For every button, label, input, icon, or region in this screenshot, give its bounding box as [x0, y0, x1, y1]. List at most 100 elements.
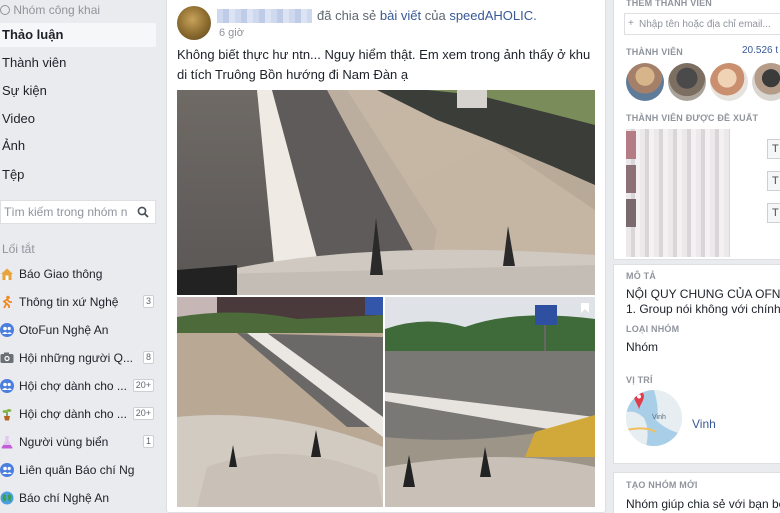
- add-suggested-button[interactable]: T: [767, 139, 780, 159]
- suggested-members-blurred: [626, 129, 730, 257]
- left-sidebar: Nhóm công khai Thảo luận Thành viên Sự k…: [0, 0, 160, 513]
- description-line-1: NỘI QUY CHUNG CỦA OFNA: [626, 287, 780, 301]
- group-type-title: LOẠI NHÓM: [626, 324, 680, 334]
- nav-events[interactable]: Sự kiện: [0, 79, 156, 103]
- group-icon: [0, 323, 14, 337]
- shortcut-label: Hội chợ dành cho ...: [19, 407, 127, 421]
- group-icon: [0, 463, 14, 477]
- shortcut-item[interactable]: Hội chợ dành cho ... 20+: [0, 376, 156, 400]
- house-icon: [1, 268, 13, 280]
- suggested-avatar-blurred: [626, 131, 636, 159]
- shortcut-item[interactable]: Thông tin xứ Nghệ 3: [0, 292, 156, 316]
- add-member-title: THÊM THÀNH VIÊN: [626, 0, 712, 8]
- description-title: MÔ TẢ: [626, 271, 656, 281]
- suggested-avatar-blurred: [626, 165, 636, 193]
- location-link[interactable]: Vinh: [692, 417, 716, 431]
- group-search-box: [0, 200, 156, 224]
- member-avatar[interactable]: [668, 63, 706, 101]
- suggested-members-title: THÀNH VIÊN ĐƯỢC ĐỀ XUẤT: [626, 113, 759, 123]
- shortcut-count-badge: 3: [142, 295, 154, 308]
- nav-label: Sự kiện: [2, 83, 47, 98]
- shortcut-label: Liên quân Báo chí Ng...: [19, 463, 135, 477]
- post-photo-2[interactable]: [177, 297, 383, 507]
- nav-video[interactable]: Video: [0, 107, 156, 131]
- of-text: của: [424, 8, 446, 23]
- search-icon[interactable]: [137, 206, 149, 218]
- shortcut-item[interactable]: Người vùng biển 1: [0, 432, 156, 456]
- shortcut-label: Báo Giao thông: [19, 267, 103, 281]
- post-photo-main[interactable]: [177, 90, 595, 295]
- shortcut-label: Thông tin xứ Nghệ: [19, 295, 119, 309]
- member-avatar[interactable]: [710, 63, 748, 101]
- suggested-avatar-blurred: [626, 199, 636, 227]
- create-group-title: TẠO NHÓM MỚI: [626, 480, 698, 490]
- group-type-value: Nhóm: [626, 340, 659, 354]
- about-panel: MÔ TẢ NỘI QUY CHUNG CỦA OFNA 1. Group nó…: [613, 264, 780, 464]
- add-member-box: +: [624, 13, 780, 35]
- shortcuts-title: Lối tắt: [2, 242, 35, 256]
- shortcut-label: Báo chí Nghệ An: [19, 491, 110, 505]
- nav-files[interactable]: Tệp: [0, 163, 156, 187]
- location-map[interactable]: Vinh: [626, 390, 682, 446]
- add-suggested-button[interactable]: T: [767, 171, 780, 191]
- page-name-link[interactable]: speedAHOLIC.: [449, 8, 536, 23]
- group-privacy-label: Nhóm công khai: [13, 3, 101, 17]
- shortcut-item[interactable]: Báo Giao thông: [0, 264, 156, 288]
- add-member-input[interactable]: [625, 14, 780, 35]
- post-timestamp[interactable]: 6 giờ: [219, 27, 244, 39]
- nav-label: Thành viên: [2, 55, 67, 70]
- timestamp-text: 6 giờ: [219, 27, 244, 39]
- shortcut-item[interactable]: Báo chí Nghệ An: [0, 488, 156, 512]
- shared-text: đã chia sẻ: [317, 8, 377, 23]
- plant-icon: [2, 409, 12, 421]
- nav-photos[interactable]: Ảnh: [0, 134, 156, 158]
- shortcut-label: OtoFun Nghệ An: [19, 323, 109, 337]
- members-panel: THÊM THÀNH VIÊN + THÀNH VIÊN 20.526 t TH…: [613, 0, 780, 260]
- description-line-2: 1. Group nói không với chính: [626, 302, 780, 316]
- post-photo-3[interactable]: [385, 297, 595, 507]
- plus-icon: +: [628, 18, 634, 29]
- group-privacy-header: Nhóm công khai: [0, 3, 100, 17]
- create-group-panel: TẠO NHÓM MỚI Nhóm giúp chia sẻ với bạn b…: [613, 472, 780, 513]
- shortcut-count-badge: 8: [142, 351, 154, 364]
- nav-label: Ảnh: [2, 138, 26, 153]
- nav-members[interactable]: Thành viên: [0, 51, 156, 75]
- shared-post-link[interactable]: bài viết: [380, 8, 421, 23]
- shortcut-label: Người vùng biển: [19, 435, 109, 449]
- nav-label: Video: [2, 111, 36, 126]
- members-title: THÀNH VIÊN: [626, 47, 684, 57]
- shortcut-count-badge: 1: [142, 435, 154, 448]
- nav-label: Thảo luận: [2, 27, 64, 42]
- nav-label: Tệp: [2, 167, 25, 182]
- shortcut-item[interactable]: Liên quân Báo chí Ng...: [0, 460, 156, 484]
- members-count-link[interactable]: 20.526 t: [742, 45, 778, 56]
- globe-icon: [0, 491, 14, 505]
- shortcut-item[interactable]: OtoFun Nghệ An: [0, 320, 156, 344]
- post-body-text: Không biết thực hư ntn... Nguy hiểm thật…: [177, 47, 591, 82]
- nav-discussion[interactable]: Thảo luận: [0, 23, 156, 47]
- camera-icon: [0, 352, 14, 363]
- road-photo-image: [385, 297, 595, 507]
- globe-icon: [0, 5, 10, 15]
- add-suggested-button[interactable]: T: [767, 203, 780, 223]
- group-icon: [0, 379, 14, 393]
- shortcut-count-badge: 20+: [132, 407, 154, 420]
- right-column: THÊM THÀNH VIÊN + THÀNH VIÊN 20.526 t TH…: [613, 0, 780, 513]
- post-card: đã chia sẻ bài viết của speedAHOLIC. 6 g…: [166, 0, 606, 513]
- member-avatar[interactable]: [752, 63, 780, 101]
- location-title: VỊ TRÍ: [626, 375, 653, 385]
- map-label: Vinh: [652, 414, 666, 421]
- author-avatar[interactable]: [177, 6, 211, 40]
- runner-icon: [2, 295, 12, 309]
- shortcut-count-badge: 20+: [132, 379, 154, 392]
- author-name-blurred[interactable]: [217, 9, 312, 23]
- member-avatar[interactable]: [626, 63, 664, 101]
- create-group-text: Nhóm giúp chia sẻ với bạn bè: [626, 497, 780, 511]
- post-header: đã chia sẻ bài viết của speedAHOLIC.: [317, 8, 537, 23]
- shortcut-label: Hội những người Q...: [19, 351, 133, 365]
- road-photo-image: [177, 297, 383, 507]
- shortcut-item[interactable]: Hội chợ dành cho ... 20+: [0, 404, 156, 428]
- flask-icon: [1, 436, 13, 449]
- shortcut-item[interactable]: Hội những người Q... 8: [0, 348, 156, 372]
- group-search-input[interactable]: [1, 201, 131, 223]
